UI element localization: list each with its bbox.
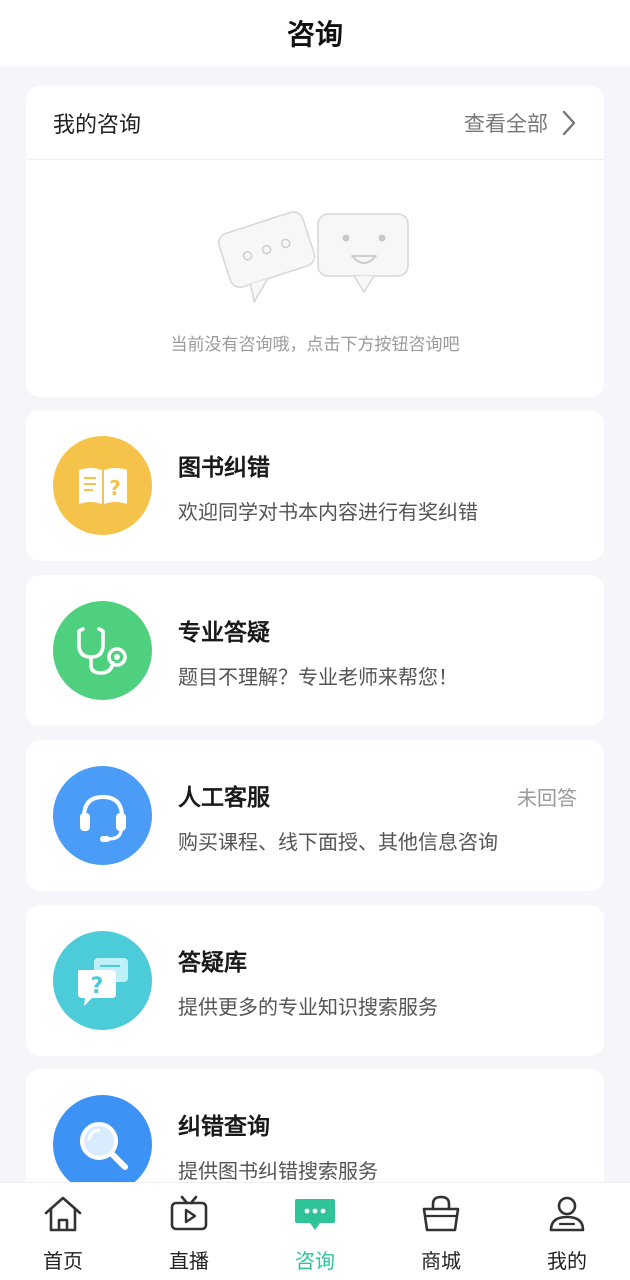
- tab-home[interactable]: 首页: [0, 1183, 126, 1280]
- service-customer-support[interactable]: 人工客服 未回答 购买课程、线下面授、其他信息咨询: [26, 740, 604, 891]
- my-consult-header: 我的咨询 查看全部: [26, 86, 604, 160]
- service-desc: 提供更多的专业知识搜索服务: [178, 995, 438, 1019]
- service-desc: 提供图书纠错搜索服务: [178, 1159, 378, 1183]
- tab-live[interactable]: 直播: [126, 1183, 252, 1280]
- service-title: 答疑库: [178, 950, 247, 976]
- bottom-tab-bar: 首页 直播 咨询 商城 我的: [0, 1182, 630, 1280]
- tab-label: 商城: [421, 1249, 461, 1273]
- service-qa-library[interactable]: ? 答疑库 提供更多的专业知识搜索服务: [26, 905, 604, 1056]
- service-desc: 题目不理解？专业老师来帮您！: [178, 665, 458, 689]
- book-question-icon: ?: [53, 436, 152, 535]
- view-all-button[interactable]: 查看全部: [464, 108, 576, 138]
- svg-text:?: ?: [109, 476, 121, 500]
- stethoscope-icon: [53, 601, 152, 700]
- tab-label: 我的: [547, 1249, 587, 1273]
- home-icon: [44, 1196, 82, 1232]
- tab-label: 咨询: [295, 1249, 335, 1273]
- magnifier-icon: [53, 1095, 152, 1194]
- service-title: 人工客服: [178, 785, 270, 811]
- status-badge: 未回答: [517, 786, 577, 810]
- my-consult-card: 我的咨询 查看全部 当前没有咨询哦，点击下方按钮咨询吧: [26, 86, 604, 397]
- tv-play-icon: [170, 1195, 208, 1231]
- shopping-basket-icon: [422, 1195, 460, 1232]
- empty-chat-bubbles-icon: [217, 211, 409, 303]
- user-icon: [549, 1196, 585, 1232]
- empty-state: 当前没有咨询哦，点击下方按钮咨询吧: [26, 160, 604, 396]
- headset-icon: [53, 766, 152, 865]
- chat-question-icon: ?: [53, 931, 152, 1030]
- tab-label: 直播: [169, 1249, 209, 1273]
- view-all-label: 查看全部: [464, 111, 548, 136]
- service-book-correction[interactable]: ? 图书纠错 欢迎同学对书本内容进行有奖纠错: [26, 410, 604, 561]
- service-title: 专业答疑: [178, 620, 270, 646]
- service-title: 图书纠错: [178, 455, 270, 481]
- page-title: 咨询: [286, 18, 343, 51]
- chevron-right-icon: [562, 110, 576, 135]
- chat-bubble-icon: [295, 1199, 335, 1230]
- top-header: 咨询: [0, 0, 630, 66]
- tab-mine[interactable]: 我的: [504, 1183, 630, 1280]
- my-consult-label: 我的咨询: [53, 112, 142, 138]
- tab-label: 首页: [43, 1249, 83, 1273]
- service-desc: 欢迎同学对书本内容进行有奖纠错: [178, 500, 478, 524]
- service-desc: 购买课程、线下面授、其他信息咨询: [178, 830, 498, 854]
- svg-text:?: ?: [90, 974, 103, 999]
- service-title: 纠错查询: [178, 1114, 270, 1140]
- empty-message: 当前没有咨询哦，点击下方按钮咨询吧: [170, 335, 460, 355]
- tab-mall[interactable]: 商城: [378, 1183, 504, 1280]
- service-professional-qa[interactable]: 专业答疑 题目不理解？专业老师来帮您！: [26, 575, 604, 726]
- tab-consult[interactable]: 咨询: [252, 1183, 378, 1280]
